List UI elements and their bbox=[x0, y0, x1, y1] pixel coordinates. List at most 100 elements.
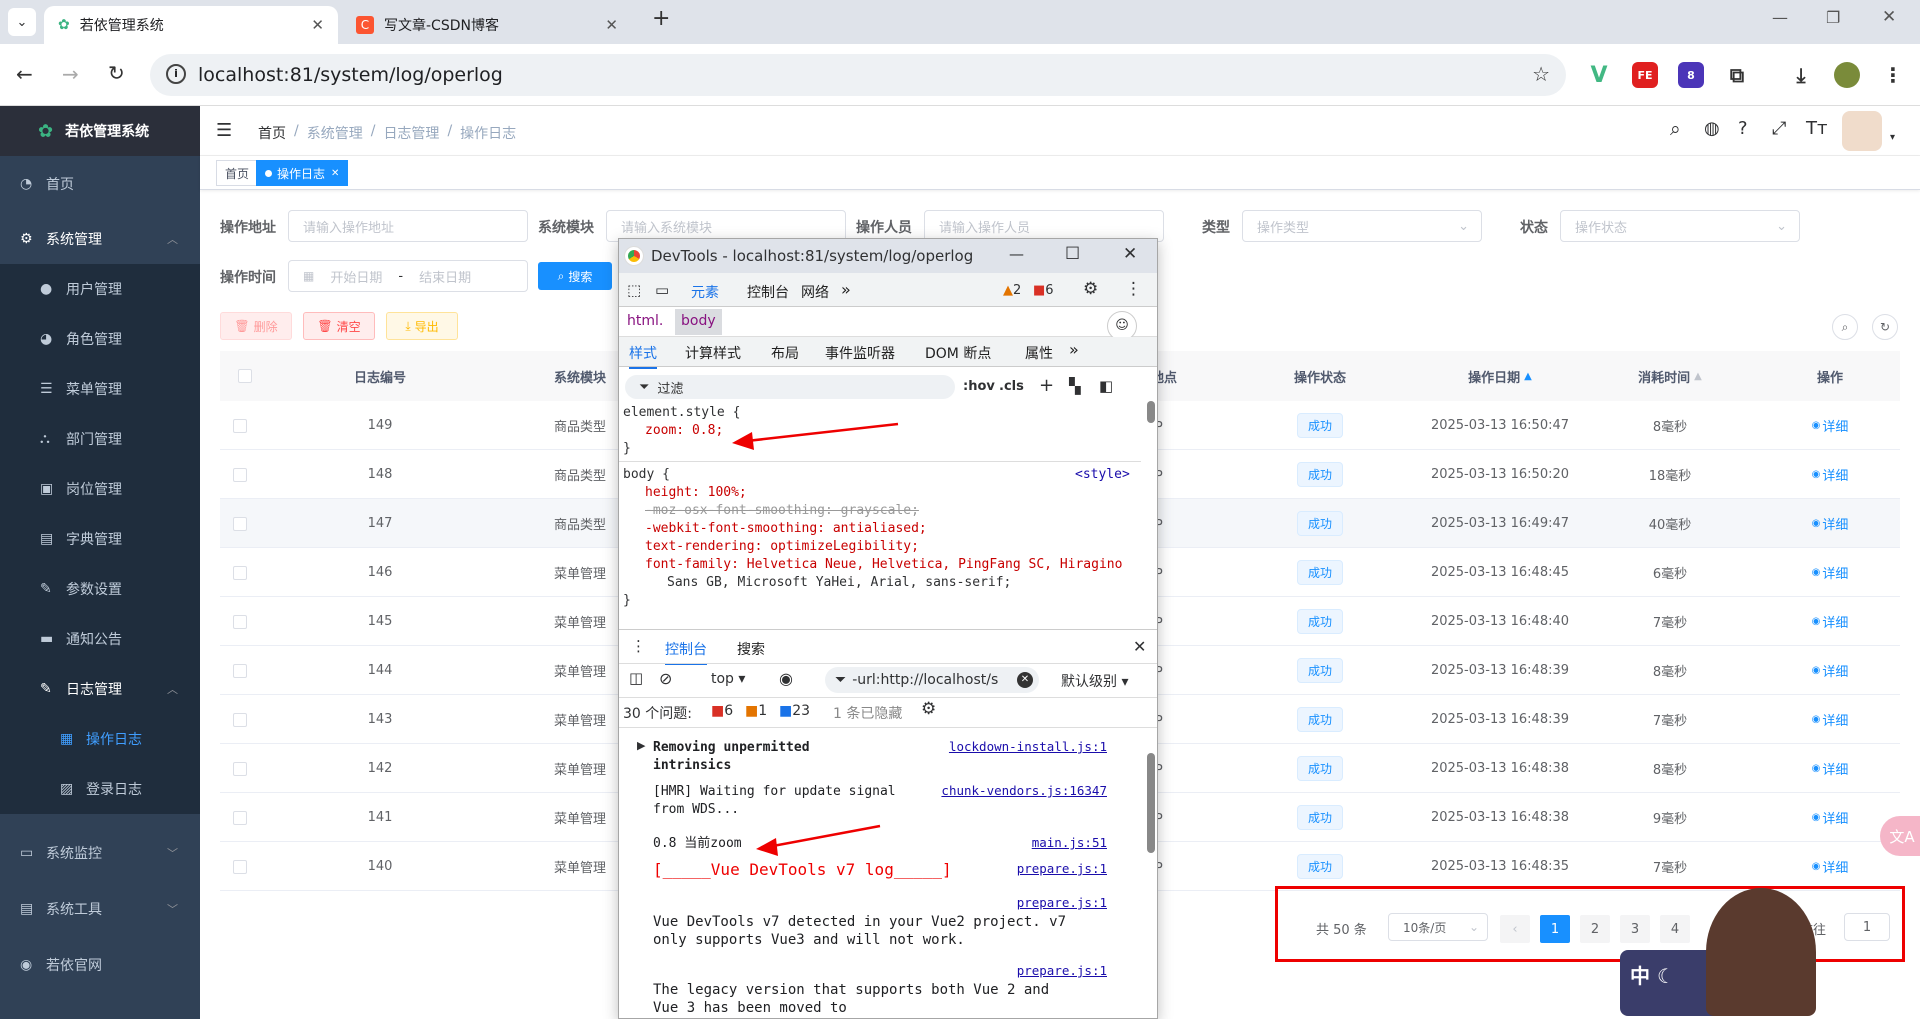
delete-button[interactable]: 🗑︎ 删除 bbox=[220, 312, 292, 340]
sidebar-item-config[interactable]: ✎ 参数设置 bbox=[0, 564, 200, 614]
search-button[interactable]: ⌕ 搜索 bbox=[538, 262, 612, 290]
search-icon[interactable]: ⌕ bbox=[1670, 118, 1681, 140]
extensions-puzzle-icon[interactable]: ⧉ bbox=[1724, 62, 1750, 88]
detail-link[interactable]: ◉ 详细 bbox=[1760, 597, 1900, 646]
fullscreen-icon[interactable]: ⤢ bbox=[1772, 118, 1786, 139]
styles-scrollbar[interactable] bbox=[1147, 387, 1155, 617]
translate-float-icon[interactable]: 文A bbox=[1880, 816, 1920, 856]
css-decl-moz-smoothing[interactable]: -moz-osx-font-smoothing: grayscale; bbox=[645, 503, 919, 518]
row-checkbox[interactable] bbox=[220, 793, 260, 842]
fe-helper-ext-icon[interactable]: FE bbox=[1632, 62, 1658, 88]
drawer-tab-search[interactable]: 搜索 bbox=[737, 639, 765, 659]
subtab-styles[interactable]: 样式 bbox=[629, 343, 657, 369]
sidebar-item-dict[interactable]: ▤ 字典管理 bbox=[0, 514, 200, 564]
paint-icon[interactable]: ▚ bbox=[1069, 377, 1081, 395]
error-count[interactable]: ■6 bbox=[1033, 283, 1054, 298]
devtools-minimize-icon[interactable]: — bbox=[1009, 245, 1024, 263]
sidebar-item-operlog[interactable]: ▦ 操作日志 bbox=[0, 714, 200, 764]
styles-filter-input[interactable]: ⏷ 过滤 bbox=[625, 375, 955, 399]
detail-link[interactable]: ◉ 详细 bbox=[1760, 401, 1900, 450]
browser-tab-ruoyi[interactable]: ✿ 若依管理系统 ✕ bbox=[44, 6, 338, 44]
detail-link[interactable]: ◉ 详细 bbox=[1760, 646, 1900, 695]
drawer-close-icon[interactable]: ✕ bbox=[1133, 637, 1146, 656]
reload-icon[interactable]: ↻ bbox=[108, 61, 125, 85]
sidebar-item-dept[interactable]: ⛬ 部门管理 bbox=[0, 414, 200, 464]
toggle-search-icon[interactable]: ⌕ bbox=[1832, 314, 1858, 340]
address-bar[interactable]: i localhost:81/system/log/operlog ☆ bbox=[150, 54, 1566, 96]
subtab-dom-breakpoints[interactable]: DOM 断点 bbox=[925, 343, 991, 363]
console-scrollbar[interactable] bbox=[1147, 739, 1155, 1009]
browser-tab-csdn[interactable]: C 写文章-CSDN博客 ✕ bbox=[342, 6, 632, 44]
restore-window-icon[interactable]: ❐ bbox=[1826, 8, 1840, 27]
drawer-menu-icon[interactable]: ⋮ bbox=[631, 637, 646, 655]
row-checkbox[interactable] bbox=[220, 548, 260, 597]
row-checkbox[interactable] bbox=[220, 695, 260, 744]
subtab-properties[interactable]: 属性 bbox=[1025, 343, 1053, 363]
goto-input[interactable]: 1 bbox=[1844, 913, 1890, 941]
bookmark-star-icon[interactable]: ☆ bbox=[1532, 62, 1550, 86]
caret-down-icon[interactable]: ▾ bbox=[1890, 132, 1895, 143]
tab-console[interactable]: 控制台 bbox=[747, 282, 789, 302]
issues-errors[interactable]: ■6 bbox=[711, 703, 733, 719]
refresh-icon[interactable]: ↻ bbox=[1872, 314, 1898, 340]
row-checkbox[interactable] bbox=[220, 499, 260, 548]
new-tab-button[interactable]: + bbox=[652, 6, 670, 31]
row-checkbox[interactable] bbox=[220, 450, 260, 499]
console-src-3[interactable]: main.js:51 bbox=[1032, 835, 1107, 850]
log-levels-select[interactable]: 默认级别 ▾ bbox=[1061, 671, 1128, 691]
close-tag-icon[interactable]: ✕ bbox=[331, 168, 339, 179]
status-select[interactable]: 操作状态 ⌄ bbox=[1560, 210, 1800, 242]
site-info-icon[interactable]: i bbox=[166, 64, 186, 84]
crumb-html[interactable]: html. bbox=[627, 313, 663, 329]
settings-gear-icon[interactable]: ⚙ bbox=[1083, 279, 1098, 299]
devtools-maximize-icon[interactable]: ☐ bbox=[1065, 244, 1080, 264]
detail-link[interactable]: ◉ 详细 bbox=[1760, 793, 1900, 842]
back-icon[interactable]: ← bbox=[16, 62, 33, 86]
row-checkbox[interactable] bbox=[220, 842, 260, 891]
clear-console-icon[interactable]: ⊘ bbox=[659, 669, 672, 688]
close-tab-icon[interactable]: ✕ bbox=[311, 16, 324, 34]
device-toolbar-icon[interactable]: ▭ bbox=[655, 281, 669, 299]
tag-operlog[interactable]: 操作日志 ✕ bbox=[256, 160, 349, 186]
more-subtabs-icon[interactable]: » bbox=[1069, 340, 1079, 359]
ext-badge-icon[interactable]: 8 bbox=[1678, 62, 1704, 88]
sidebar-item-post[interactable]: ▣ 岗位管理 bbox=[0, 464, 200, 514]
row-checkbox[interactable] bbox=[220, 646, 260, 695]
row-checkbox[interactable] bbox=[220, 597, 260, 646]
more-tabs-icon[interactable]: » bbox=[841, 280, 851, 299]
console-filter-input[interactable]: ⏷ -url:http://localhost/s ✕ bbox=[825, 667, 1039, 693]
tab-network[interactable]: 网络 bbox=[801, 282, 829, 302]
detail-link[interactable]: ◉ 详细 bbox=[1760, 450, 1900, 499]
page-2[interactable]: 2 bbox=[1580, 915, 1610, 943]
cls-toggle[interactable]: .cls bbox=[999, 379, 1024, 394]
subtab-computed[interactable]: 计算样式 bbox=[685, 343, 741, 363]
crumb-body[interactable]: body bbox=[675, 309, 722, 335]
console-sidebar-icon[interactable]: ◫ bbox=[629, 669, 643, 687]
minimize-window-icon[interactable]: — bbox=[1772, 8, 1788, 27]
close-window-icon[interactable]: ✕ bbox=[1882, 7, 1896, 27]
console-src-5[interactable]: prepare.js:1 bbox=[1017, 895, 1107, 910]
hov-toggle[interactable]: :hov bbox=[963, 379, 995, 394]
page-1[interactable]: 1 bbox=[1540, 915, 1570, 943]
css-source-link[interactable]: <style> bbox=[1075, 467, 1130, 482]
hamburger-icon[interactable]: ☰ bbox=[216, 120, 232, 141]
sidebar-item-monitor[interactable]: ▭ 系统监控 ﹀ bbox=[0, 828, 200, 878]
date-range-picker[interactable]: ▦ 开始日期 - 结束日期 bbox=[288, 260, 528, 292]
detail-link[interactable]: ◉ 详细 bbox=[1760, 842, 1900, 891]
sidebar-item-log[interactable]: ✎ 日志管理 ︿ bbox=[0, 664, 200, 714]
clear-filter-icon[interactable]: ✕ bbox=[1017, 672, 1033, 688]
page-3[interactable]: 3 bbox=[1620, 915, 1650, 943]
devtools-close-icon[interactable]: ✕ bbox=[1123, 244, 1137, 264]
devtools-menu-icon[interactable]: ⋮ bbox=[1125, 279, 1142, 299]
sidebar-toggle-icon[interactable]: ◧ bbox=[1099, 377, 1113, 395]
context-select[interactable]: top ▾ bbox=[711, 671, 745, 687]
browser-menu-icon[interactable]: ⋮ bbox=[1880, 62, 1906, 88]
console-src-4[interactable]: prepare.js:1 bbox=[1017, 861, 1107, 876]
sidebar-item-logininfor[interactable]: ▨ 登录日志 bbox=[0, 764, 200, 814]
prev-page-button[interactable]: ‹ bbox=[1500, 915, 1530, 943]
export-button[interactable]: ⤓ 导出 bbox=[386, 312, 458, 340]
drawer-tab-console[interactable]: 控制台 bbox=[665, 639, 707, 665]
inspect-element-icon[interactable]: ⬚ bbox=[627, 281, 641, 299]
row-checkbox[interactable] bbox=[220, 744, 260, 793]
css-decl-height[interactable]: height: 100%; bbox=[645, 485, 747, 500]
